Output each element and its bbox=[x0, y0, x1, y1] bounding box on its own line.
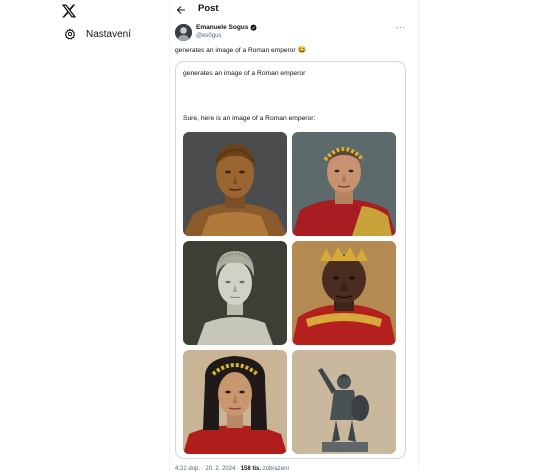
ellipsis-icon[interactable]: ··· bbox=[396, 23, 406, 32]
card-prompt: generates an image of a Roman emperor bbox=[183, 70, 306, 77]
author-handle[interactable]: @es0gus bbox=[196, 33, 221, 39]
nav-settings-label: Nastavení bbox=[86, 28, 132, 40]
post-metadata: 4:22 dop. · 20. 2. 2024 · 158 tis. zobra… bbox=[175, 466, 289, 472]
generated-image-6[interactable] bbox=[292, 350, 396, 454]
x-logo-icon[interactable] bbox=[61, 3, 77, 19]
author-name-text: Emanuele Sogus bbox=[196, 24, 249, 31]
nav-item-settings[interactable]: Nastavení bbox=[64, 25, 131, 43]
generated-image-3[interactable] bbox=[183, 241, 287, 345]
gear-icon bbox=[64, 28, 76, 40]
page-title: Post bbox=[198, 3, 219, 14]
left-navigation: Nastavení bbox=[0, 0, 170, 471]
generated-image-1[interactable] bbox=[183, 132, 287, 236]
arrow-left-icon[interactable] bbox=[175, 3, 187, 15]
author-name[interactable]: Emanuele Sogus bbox=[196, 24, 257, 31]
generated-image-4[interactable] bbox=[292, 241, 396, 345]
laughing-emoji: 😂 bbox=[297, 47, 307, 54]
post-header: Post bbox=[170, 0, 418, 20]
post-column: Post Emanuele Sogus @es0gus ··· generate… bbox=[169, 0, 419, 472]
view-count-label: zobrazení bbox=[262, 466, 290, 472]
post-timestamp[interactable]: 4:22 dop. · 20. 2. 2024 · bbox=[175, 466, 239, 472]
post-text: generates an image of a Roman emperor 😂 bbox=[175, 46, 307, 55]
generated-image-5[interactable] bbox=[183, 350, 287, 454]
view-count: 158 tis. bbox=[240, 466, 262, 472]
verified-badge-icon bbox=[250, 24, 257, 31]
generated-image-2[interactable] bbox=[292, 132, 396, 236]
avatar[interactable] bbox=[175, 24, 192, 41]
embedded-screenshot-card[interactable]: generates an image of a Roman emperor Su… bbox=[175, 61, 406, 459]
post-text-content: generates an image of a Roman emperor bbox=[175, 46, 296, 54]
card-response: Sure, here is an image of a Roman empero… bbox=[183, 115, 316, 122]
